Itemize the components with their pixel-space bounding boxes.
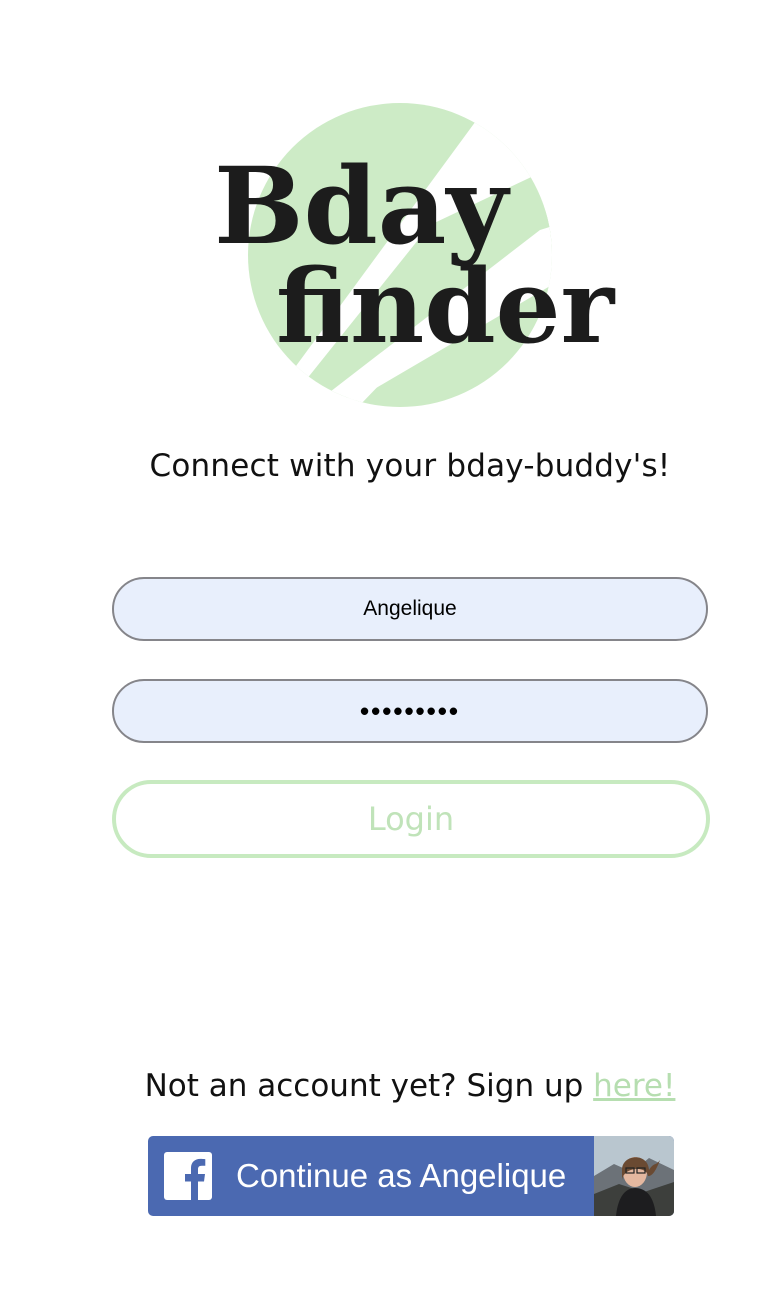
tagline: Connect with your bday-buddy's! [149,448,671,484]
logo-line2: finder [276,247,616,367]
login-button[interactable]: Login [112,780,710,858]
facebook-button-label: Continue as Angelique [236,1157,567,1194]
signup-prompt-text: Not an account yet? Sign up [144,1068,594,1104]
app-logo: Bday finder [200,95,620,415]
facebook-continue-button[interactable]: Continue as Angelique [148,1136,674,1216]
signup-link[interactable]: here! [593,1068,675,1104]
signup-prompt: Not an account yet? Sign up here! [0,1068,780,1104]
user-avatar [594,1136,674,1216]
password-field[interactable] [112,679,708,743]
username-field[interactable] [112,577,708,641]
facebook-f-icon [164,1152,212,1200]
